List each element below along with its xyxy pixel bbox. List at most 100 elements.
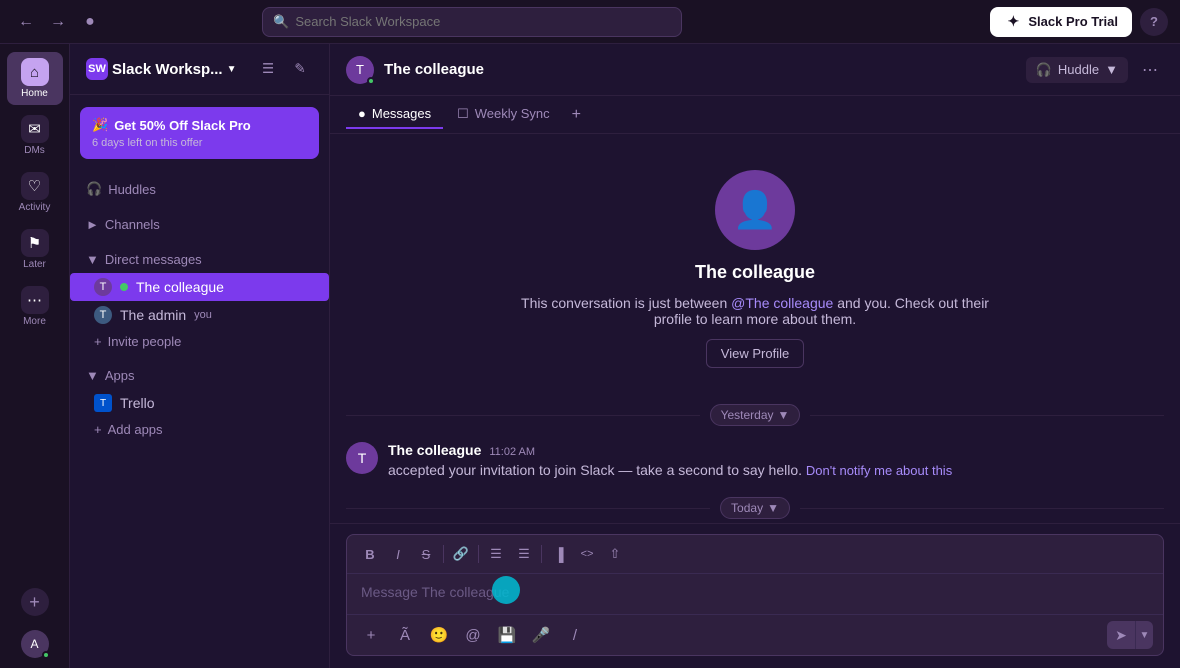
back-button[interactable]: ←: [12, 8, 40, 36]
messages-tab-label: Messages: [372, 106, 431, 121]
add-tab-button[interactable]: +: [564, 100, 589, 130]
message-1-author: The colleague: [388, 442, 481, 458]
later-icon: ⚑: [21, 229, 49, 257]
sidebar-filter-button[interactable]: ☰: [255, 56, 281, 82]
tab-weekly-sync[interactable]: ☐ Weekly Sync: [445, 100, 562, 130]
mention-button[interactable]: @: [459, 621, 487, 649]
emoji-button[interactable]: 🙂: [425, 621, 453, 649]
block-quote-button[interactable]: ▐: [546, 541, 572, 567]
chat-header: T The colleague 🎧 Huddle ▼ ⋯: [330, 44, 1180, 96]
chat-contact-avatar: T: [346, 56, 374, 84]
strikethrough-button[interactable]: S: [413, 541, 439, 567]
files-button[interactable]: 💾: [493, 621, 521, 649]
icon-rail: ⌂ Home ✉ DMs ♡ Activity ⚑ Later ⋯ More +…: [0, 44, 70, 668]
send-options-button[interactable]: ▼: [1135, 621, 1153, 649]
promo-icon: 🎉: [92, 117, 108, 133]
apps-chevron-icon: ▼: [86, 368, 99, 383]
message-input-field[interactable]: Message The colleague: [347, 574, 1163, 614]
add-app-icon: +: [94, 422, 102, 437]
admin-name: The admin: [120, 307, 186, 323]
audio-button[interactable]: 🎤: [527, 621, 555, 649]
sidebar-compose-button[interactable]: ✎: [287, 56, 313, 82]
message-1-content: The colleague 11:02 AM accepted your inv…: [388, 442, 1164, 481]
yesterday-pill[interactable]: Yesterday ▼: [710, 404, 801, 426]
later-label: Later: [23, 259, 46, 270]
intro-mention[interactable]: @The colleague: [731, 295, 833, 311]
headphones-icon: 🎧: [86, 181, 102, 197]
help-button[interactable]: ?: [1140, 8, 1168, 36]
huddle-button[interactable]: 🎧 Huddle ▼: [1026, 57, 1128, 83]
message-1-header: The colleague 11:02 AM: [388, 442, 1164, 458]
direct-messages-header[interactable]: ▼ Direct messages: [70, 246, 329, 273]
apps-section: ▼ Apps T Trello + Add apps: [70, 358, 329, 446]
search-input[interactable]: [295, 14, 671, 29]
today-pill[interactable]: Today ▼: [720, 497, 790, 519]
user-avatar[interactable]: A: [21, 630, 49, 658]
colleague-online-dot: [120, 283, 128, 291]
chat-more-button[interactable]: ⋯: [1136, 56, 1164, 84]
sidebar-item-activity[interactable]: ♡ Activity: [7, 166, 63, 219]
history-button[interactable]: ●: [76, 8, 104, 36]
sidebar-item-dms[interactable]: ✉ DMs: [7, 109, 63, 162]
bullet-list-button[interactable]: ☰: [483, 541, 509, 567]
workspace-logo: SW: [86, 58, 108, 80]
sidebar-item-more[interactable]: ⋯ More: [7, 280, 63, 333]
promo-subtitle: 6 days left on this offer: [92, 137, 307, 149]
message-input-placeholder: Message The colleague: [361, 584, 509, 600]
intro-avatar: 👤: [715, 170, 795, 250]
yesterday-label: Yesterday: [721, 408, 774, 422]
channels-chevron-icon: ►: [86, 217, 99, 232]
home-label: Home: [21, 88, 48, 99]
dm-item-admin[interactable]: T The admin you: [70, 301, 329, 329]
promo-title: 🎉 Get 50% Off Slack Pro: [92, 117, 307, 133]
attach-button[interactable]: +: [357, 621, 385, 649]
link-button[interactable]: 🔗: [448, 541, 474, 567]
apps-header[interactable]: ▼ Apps: [70, 362, 329, 389]
topbar-right: ✦ Slack Pro Trial ?: [990, 7, 1168, 37]
add-person-icon: +: [94, 334, 102, 349]
channels-header[interactable]: ► Channels: [70, 211, 329, 238]
direct-messages-section: ▼ Direct messages T The colleague T The …: [70, 242, 329, 358]
message-1-text: accepted your invitation to join Slack —…: [388, 460, 1164, 481]
dm-item-colleague[interactable]: T The colleague: [70, 273, 329, 301]
chat-tabs: ● Messages ☐ Weekly Sync +: [330, 96, 1180, 134]
search-bar[interactable]: 🔍: [262, 7, 682, 37]
italic-button[interactable]: I: [385, 541, 411, 567]
sidebar-item-later[interactable]: ⚑ Later: [7, 223, 63, 276]
bold-button[interactable]: B: [357, 541, 383, 567]
send-button[interactable]: ➤: [1107, 621, 1135, 649]
text-format-button[interactable]: Ã: [391, 621, 419, 649]
yesterday-chevron: ▼: [778, 408, 790, 422]
add-workspace-button[interactable]: +: [21, 588, 49, 616]
trello-icon: T: [94, 394, 112, 412]
code-button[interactable]: <>: [574, 541, 600, 567]
intro-text-before: This conversation is just between: [521, 295, 727, 311]
yesterday-divider: Yesterday ▼: [346, 404, 1164, 426]
view-profile-button[interactable]: View Profile: [706, 339, 804, 368]
promo-banner[interactable]: 🎉 Get 50% Off Slack Pro 6 days left on t…: [80, 107, 319, 159]
numbered-list-button[interactable]: ☰: [511, 541, 537, 567]
message-1: T The colleague 11:02 AM accepted your i…: [346, 442, 1164, 481]
intro-text: This conversation is just between @The c…: [505, 295, 1005, 327]
slash-button[interactable]: /: [561, 621, 589, 649]
tab-messages[interactable]: ● Messages: [346, 100, 443, 129]
sidebar-header: SW Slack Worksp... ▼ ☰ ✎: [70, 44, 329, 95]
input-toolbar: B I S 🔗 ☰ ☰ ▐ <> ⇧: [347, 535, 1163, 574]
add-apps-item[interactable]: + Add apps: [70, 417, 329, 442]
dms-icon: ✉: [21, 115, 49, 143]
huddles-header[interactable]: 🎧 Huddles: [70, 175, 329, 203]
forward-button[interactable]: →: [44, 8, 72, 36]
sidebar-item-home[interactable]: ⌂ Home: [7, 52, 63, 105]
more-label: More: [23, 316, 46, 327]
intro-name: The colleague: [695, 262, 815, 283]
slack-pro-button[interactable]: ✦ Slack Pro Trial: [990, 7, 1132, 37]
workspace-name[interactable]: SW Slack Worksp... ▼: [86, 58, 237, 80]
more-formatting-button[interactable]: ⇧: [602, 541, 628, 567]
trello-item[interactable]: T Trello: [70, 389, 329, 417]
invite-people-item[interactable]: + Invite people: [70, 329, 329, 354]
huddles-section: 🎧 Huddles: [70, 171, 329, 207]
weekly-sync-tab-label: Weekly Sync: [475, 106, 550, 121]
dont-notify-link[interactable]: Don't notify me about this: [806, 463, 952, 478]
more-icon: ⋯: [21, 286, 49, 314]
toolbar-divider-2: [478, 545, 479, 563]
